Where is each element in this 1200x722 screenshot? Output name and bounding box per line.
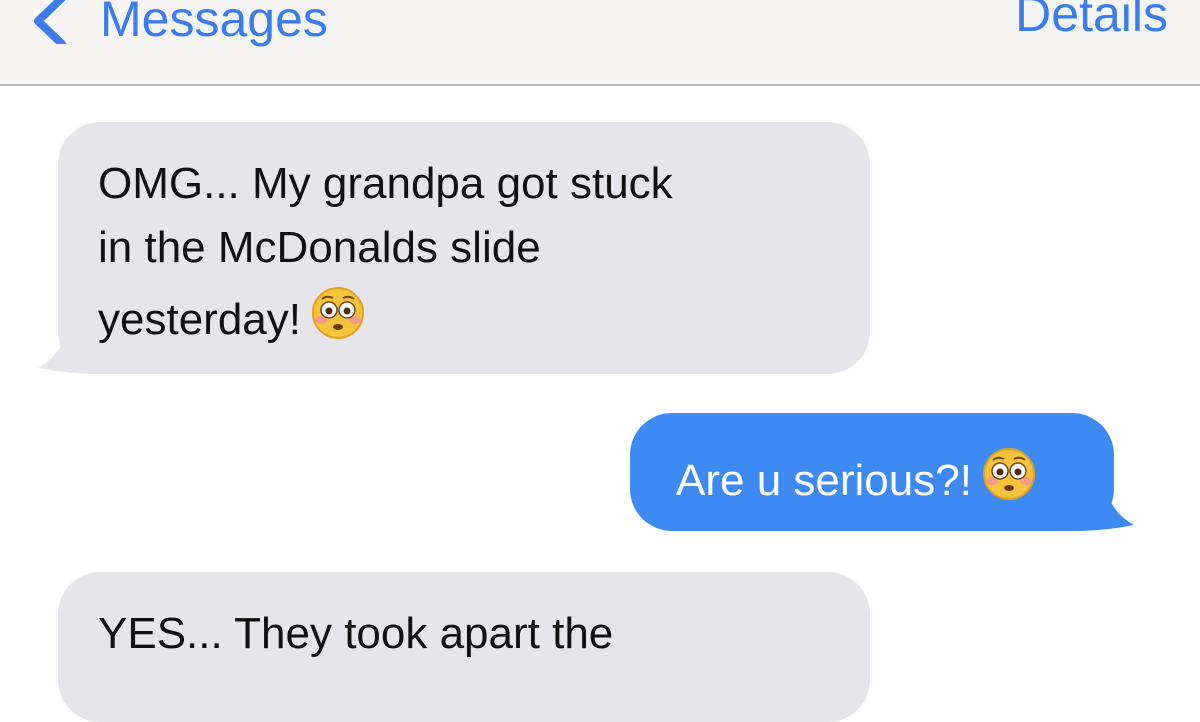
message-bubble-outgoing[interactable]: Are u serious?! — [630, 413, 1134, 531]
back-button[interactable]: Messages — [28, 0, 328, 54]
message-bubble-incoming[interactable]: OMG... My grandpa got stuck in the McDon… — [38, 122, 870, 374]
chevron-left-icon — [34, 0, 66, 44]
flushed-face-emoji — [311, 287, 364, 339]
message-line: Are u serious?! — [676, 456, 972, 505]
message-line: OMG... My grandpa got stuck — [98, 159, 673, 208]
message-line: yesterday! — [98, 295, 301, 344]
details-button[interactable]: Details — [1015, 0, 1168, 39]
back-button-label: Messages — [100, 0, 328, 47]
message-line: in the McDonalds slide — [98, 223, 541, 272]
navigation-bar: Messages Details — [0, 0, 1200, 86]
message-line: YES... They took apart the — [98, 609, 614, 658]
flushed-face-emoji — [982, 448, 1035, 500]
message-bubble-incoming[interactable]: YES... They took apart the — [58, 572, 870, 722]
